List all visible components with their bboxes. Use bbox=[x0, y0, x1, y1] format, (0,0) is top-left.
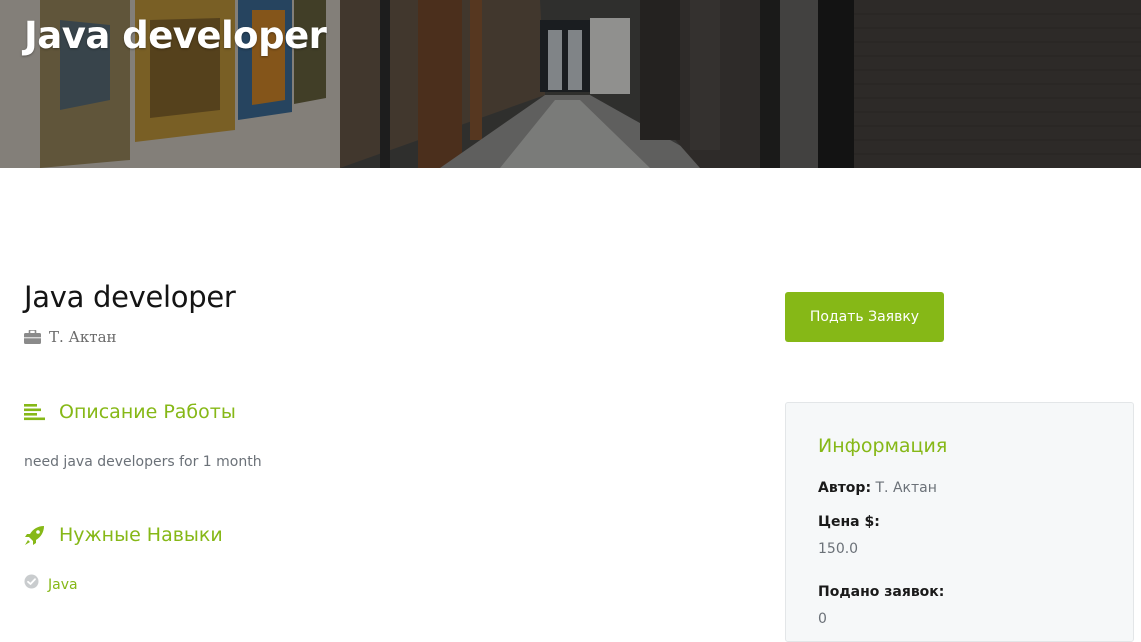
info-author-row: Автор: Т. Актан bbox=[818, 480, 937, 496]
hero-banner: Java developer bbox=[0, 0, 1141, 168]
skills-heading: Нужные Навыки bbox=[24, 524, 223, 546]
rocket-icon bbox=[25, 525, 44, 545]
skill-label: Java bbox=[48, 577, 78, 593]
info-applications-value: 0 bbox=[818, 611, 827, 627]
info-price-label: Цена $: bbox=[818, 514, 880, 530]
info-price-value: 150.0 bbox=[818, 541, 859, 557]
job-author: Т. Актан bbox=[24, 328, 117, 346]
briefcase-icon bbox=[24, 330, 41, 344]
info-applications-label: Подано заявок: bbox=[818, 584, 945, 600]
info-card: Информация Автор: Т. Актан Цена $: 150.0… bbox=[785, 402, 1134, 642]
job-author-name: Т. Актан bbox=[49, 328, 117, 346]
skill-item: Java bbox=[24, 574, 78, 593]
info-author-value: Т. Актан bbox=[875, 480, 937, 496]
job-description-text: need java developers for 1 month bbox=[24, 454, 262, 470]
apply-button[interactable]: Подать Заявку bbox=[785, 292, 944, 342]
description-heading: Описание Работы bbox=[24, 401, 236, 423]
info-card-title: Информация bbox=[818, 435, 948, 457]
info-author-label: Автор: bbox=[818, 480, 872, 496]
description-heading-label: Описание Работы bbox=[59, 401, 236, 423]
hero-title: Java developer bbox=[24, 14, 327, 57]
align-left-icon bbox=[24, 404, 45, 421]
skills-heading-label: Нужные Навыки bbox=[59, 524, 223, 546]
job-title: Java developer bbox=[24, 280, 236, 314]
check-circle-icon bbox=[24, 574, 39, 589]
